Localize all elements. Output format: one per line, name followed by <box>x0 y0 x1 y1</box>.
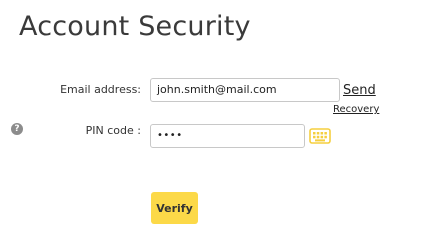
help-icon[interactable]: ? <box>11 123 23 135</box>
email-label: Email address: <box>60 83 141 96</box>
send-recovery-link[interactable]: Send <box>343 83 376 98</box>
email-field[interactable]: john.smith@mail.com <box>150 78 340 102</box>
recovery-link[interactable]: Recovery <box>333 104 379 115</box>
page-title: Account Security <box>19 11 251 42</box>
pin-label: PIN code : <box>85 124 141 137</box>
keyboard-icon[interactable] <box>309 127 331 145</box>
pin-field[interactable]: •••• <box>150 124 305 148</box>
account-security-page: Account Security ? Email address: john.s… <box>0 0 436 250</box>
verify-button[interactable]: Verify <box>151 192 198 224</box>
